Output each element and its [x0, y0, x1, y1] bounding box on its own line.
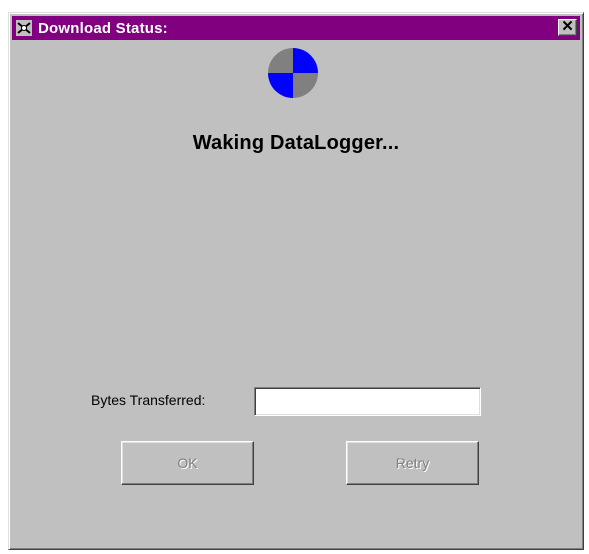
close-icon: ✕	[561, 18, 574, 35]
status-message: Waking DataLogger...	[192, 132, 400, 154]
bytes-transferred-field	[254, 387, 481, 416]
bytes-transferred-label: Bytes Transferred:	[91, 392, 206, 408]
retry-button-label: Retry	[395, 455, 430, 471]
retry-button[interactable]: Retry	[346, 441, 479, 485]
datalogger-app-icon	[14, 18, 34, 38]
busy-spinner-icon	[268, 48, 318, 98]
window-title: Download Status:	[38, 19, 168, 37]
download-status-dialog: Download Status: ✕ Waking DataLogger... …	[8, 12, 584, 550]
ok-button[interactable]: OK	[121, 441, 254, 485]
ok-button-label: OK	[177, 455, 198, 471]
title-bar[interactable]: Download Status: ✕	[12, 16, 580, 40]
close-button[interactable]: ✕	[558, 19, 577, 36]
